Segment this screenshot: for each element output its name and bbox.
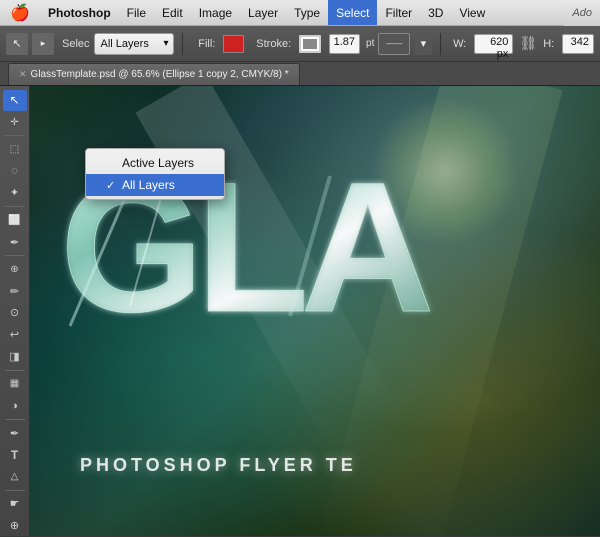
- stroke-value-input[interactable]: 1.87: [329, 34, 360, 54]
- tab-label: GlassTemplate.psd @ 65.6% (Ellipse 1 cop…: [31, 69, 289, 80]
- tool-lasso[interactable]: ◌: [3, 161, 27, 182]
- stroke-unit: pt: [366, 38, 374, 49]
- tool-pen[interactable]: ✒: [3, 423, 27, 444]
- tool-history[interactable]: ↩: [3, 324, 27, 345]
- toolbar-arrow-icon[interactable]: ↖: [6, 33, 28, 55]
- stroke-style-icon[interactable]: ——: [378, 33, 410, 55]
- h-label: H:: [543, 38, 554, 50]
- tool-crop[interactable]: ⬜: [3, 210, 27, 231]
- layers-dropdown[interactable]: All Layers: [94, 33, 174, 55]
- stroke-type-icon[interactable]: ▾: [414, 33, 432, 55]
- active-layers-label: Active Layers: [122, 156, 194, 170]
- tool-dodge[interactable]: ◑: [3, 395, 27, 416]
- dropdown-item-all-layers[interactable]: ✓ All Layers: [86, 174, 224, 196]
- w-label: W:: [453, 38, 466, 50]
- tab-close-icon[interactable]: ✕: [19, 69, 27, 80]
- fill-swatch[interactable]: [223, 35, 244, 53]
- stroke-inner: [303, 39, 316, 49]
- menu-photoshop[interactable]: Photoshop: [40, 0, 119, 25]
- toolbar-arrow2-icon[interactable]: ▸: [32, 33, 54, 55]
- separator-2: [440, 33, 441, 55]
- toolbar: ↖ ▸ Selec All Layers Fill: Stroke: 1.87 …: [0, 26, 600, 62]
- tool-healing[interactable]: ⊕: [3, 259, 27, 280]
- apple-menu[interactable]: 🍎: [0, 3, 40, 23]
- tool-divider-4: [5, 370, 25, 371]
- tool-selection[interactable]: ↖: [3, 90, 27, 111]
- tool-marquee[interactable]: ⬚: [3, 139, 27, 160]
- tool-magic-wand[interactable]: ✦: [3, 183, 27, 204]
- tool-divider-3: [5, 255, 25, 256]
- flyer-text: PHOTOSHOP FLYER TE: [80, 455, 357, 476]
- select-label: Selec: [62, 38, 90, 50]
- menu-edit[interactable]: Edit: [154, 0, 191, 25]
- menu-filter[interactable]: Filter: [377, 0, 420, 25]
- tool-divider-6: [5, 490, 25, 491]
- menu-view[interactable]: View: [451, 0, 493, 25]
- document-tab[interactable]: ✕ GlassTemplate.psd @ 65.6% (Ellipse 1 c…: [8, 63, 300, 85]
- tool-divider-2: [5, 206, 25, 207]
- tool-type[interactable]: T: [3, 444, 27, 465]
- w-value-input[interactable]: 620 px: [474, 34, 513, 54]
- tool-stamp[interactable]: ⊙: [3, 303, 27, 324]
- menu-select[interactable]: Select: [328, 0, 377, 25]
- tool-hand[interactable]: ☛: [3, 494, 27, 515]
- menu-layer[interactable]: Layer: [240, 0, 286, 25]
- main-area: ↖ ✛ ⬚ ◌ ✦ ⬜ ✒ ⊕ ✏ ⊙ ↩ ◨ ▦ ◑ ✒ T △ ☛ ⊕: [0, 86, 600, 536]
- all-layers-check: ✓: [106, 179, 118, 192]
- tool-brush[interactable]: ✏: [3, 281, 27, 302]
- h-value-input[interactable]: 342: [562, 34, 594, 54]
- menubar: 🍎 Photoshop File Edit Image Layer Type S…: [0, 0, 600, 26]
- tool-shape[interactable]: △: [3, 466, 27, 487]
- menu-image[interactable]: Image: [191, 0, 240, 25]
- layers-dropdown-menu: Active Layers ✓ All Layers: [85, 148, 225, 200]
- tools-panel: ↖ ✛ ⬚ ◌ ✦ ⬜ ✒ ⊕ ✏ ⊙ ↩ ◨ ▦ ◑ ✒ T △ ☛ ⊕: [0, 86, 30, 536]
- tool-zoom[interactable]: ⊕: [3, 515, 27, 536]
- dropdown-item-active-layers[interactable]: Active Layers: [86, 152, 224, 174]
- chain-link-icon: ⛓: [519, 35, 537, 52]
- tool-gradient[interactable]: ▦: [3, 374, 27, 395]
- ado-text: Ado: [564, 0, 600, 26]
- tool-eyedropper[interactable]: ✒: [3, 232, 27, 253]
- tool-eraser[interactable]: ◨: [3, 346, 27, 367]
- menu-type[interactable]: Type: [286, 0, 328, 25]
- tool-divider-5: [5, 419, 25, 420]
- separator-1: [182, 33, 183, 55]
- fill-label: Fill:: [198, 38, 215, 50]
- menu-3d[interactable]: 3D: [420, 0, 451, 25]
- tabbar: ✕ GlassTemplate.psd @ 65.6% (Ellipse 1 c…: [0, 62, 600, 86]
- tool-divider-1: [5, 135, 25, 136]
- tool-move[interactable]: ✛: [3, 112, 27, 133]
- menu-file[interactable]: File: [119, 0, 154, 25]
- all-layers-label: All Layers: [122, 178, 175, 192]
- stroke-label: Stroke:: [256, 38, 291, 50]
- canvas-area[interactable]: GLA GLA PHOTOSHOP FLYER TE Active Laye: [30, 86, 600, 536]
- stroke-swatch[interactable]: [299, 35, 320, 53]
